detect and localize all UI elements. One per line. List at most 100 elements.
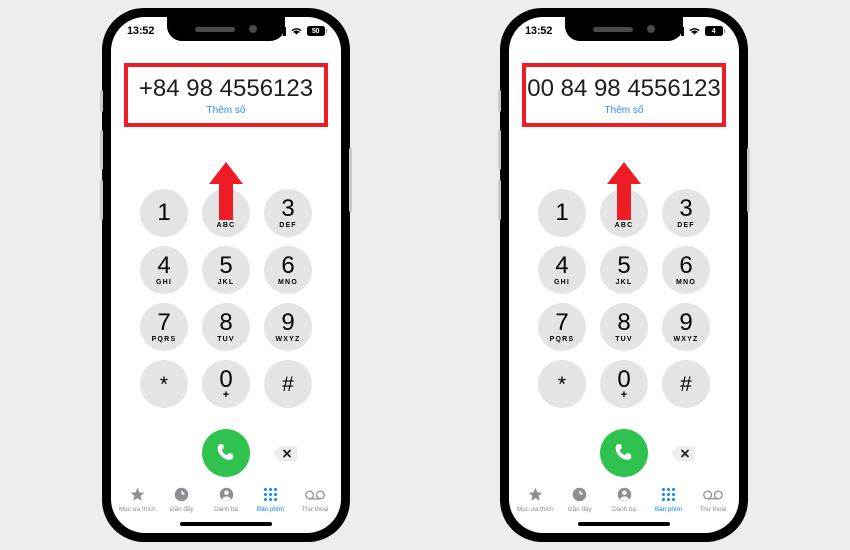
tab-recents[interactable]: Gần đây xyxy=(159,485,203,513)
key-letters: TUV xyxy=(615,336,633,343)
tab-voicemail[interactable]: Thư thoại xyxy=(691,485,735,513)
voicemail-icon xyxy=(702,485,723,504)
phone-screen: 13:52 4 00 84 98 4556123 Thêm số 1 ABC 3… xyxy=(509,17,739,533)
key-4[interactable]: 4 GHI xyxy=(538,246,586,294)
tab-contacts[interactable]: Danh bạ xyxy=(602,485,646,513)
key-1[interactable]: 1 xyxy=(538,189,586,237)
call-button[interactable] xyxy=(600,429,648,477)
call-button[interactable] xyxy=(202,429,250,477)
key-3[interactable]: 3 DEF xyxy=(662,189,710,237)
status-indicators: 50 xyxy=(271,26,327,36)
key-digit: 8 xyxy=(219,309,233,336)
tab-keypad[interactable]: Bàn phím xyxy=(646,485,690,513)
keypad-grid-icon xyxy=(661,485,675,504)
key-digit: 5 xyxy=(617,252,631,279)
bottom-tab-bar: Mục ưa thích Gần đây Danh bạ Bàn phím Th… xyxy=(509,485,739,513)
key-3[interactable]: 3 DEF xyxy=(264,189,312,237)
status-bar: 13:52 4 xyxy=(509,17,739,43)
key-6[interactable]: 6 MNO xyxy=(662,246,710,294)
key-letters: MNO xyxy=(676,279,696,286)
key-star[interactable]: * xyxy=(140,360,188,408)
key-8[interactable]: 8 TUV xyxy=(202,303,250,351)
silent-switch[interactable] xyxy=(498,90,501,112)
tab-favorites[interactable]: Mục ưa thích xyxy=(513,485,557,513)
clock-icon xyxy=(572,485,587,504)
key-digit: 3 xyxy=(679,195,693,222)
dialed-number-display: +84 98 4556123 xyxy=(138,75,314,102)
key-digit: # xyxy=(282,372,294,396)
key-letters: WXYZ xyxy=(275,336,301,343)
phone-comparison-stage: 13:52 50 +84 98 4556123 Thêm số 1 ABC 3 … xyxy=(0,0,850,550)
volume-up-button[interactable] xyxy=(100,130,103,170)
tab-label: Gần đây xyxy=(169,506,194,513)
key-letters: + xyxy=(222,389,230,402)
call-action-row xyxy=(509,429,739,477)
tab-favorites[interactable]: Mục ưa thích xyxy=(115,485,159,513)
key-0[interactable]: 0 + xyxy=(202,360,250,408)
key-4[interactable]: 4 GHI xyxy=(140,246,188,294)
key-1[interactable]: 1 xyxy=(140,189,188,237)
add-number-link[interactable]: Thêm số xyxy=(526,105,722,116)
dialed-number-display: 00 84 98 4556123 xyxy=(527,75,721,102)
volume-down-button[interactable] xyxy=(100,180,103,220)
clock-icon xyxy=(174,485,189,504)
tab-label: Thư thoại xyxy=(301,506,329,513)
tab-label: Danh bạ xyxy=(214,506,238,513)
key-star[interactable]: * xyxy=(538,360,586,408)
key-8[interactable]: 8 TUV xyxy=(600,303,648,351)
voicemail-icon xyxy=(304,485,325,504)
key-letters: DEF xyxy=(677,222,695,229)
key-letters: JKL xyxy=(615,279,633,286)
key-5[interactable]: 5 JKL xyxy=(202,246,250,294)
power-button[interactable] xyxy=(747,148,750,212)
tab-voicemail[interactable]: Thư thoại xyxy=(293,485,337,513)
battery-level-label: 50 xyxy=(306,26,325,36)
power-button[interactable] xyxy=(349,148,352,212)
key-0[interactable]: 0 + xyxy=(600,360,648,408)
red-up-arrow-annotation xyxy=(607,162,641,220)
key-7[interactable]: 7 PQRS xyxy=(538,303,586,351)
volume-down-button[interactable] xyxy=(498,180,501,220)
key-6[interactable]: 6 MNO xyxy=(264,246,312,294)
dial-keypad: 1 2 ABC 3 DEF 4 GHI 5 JKL xyxy=(509,189,739,408)
key-5[interactable]: 5 JKL xyxy=(600,246,648,294)
tab-recents[interactable]: Gần đây xyxy=(557,485,601,513)
battery-level-label: 4 xyxy=(704,26,723,36)
battery-cap xyxy=(325,29,327,33)
status-time: 13:52 xyxy=(127,25,155,37)
delete-backspace-button[interactable] xyxy=(671,445,695,462)
backspace-delete-icon xyxy=(273,445,297,461)
phone-screen: 13:52 50 +84 98 4556123 Thêm số 1 ABC 3 … xyxy=(111,17,341,533)
tab-keypad[interactable]: Bàn phím xyxy=(248,485,292,513)
wifi-icon xyxy=(689,28,699,35)
key-letters: WXYZ xyxy=(673,336,699,343)
key-letters: GHI xyxy=(155,279,173,286)
contacts-person-icon xyxy=(617,485,632,504)
key-digit: 1 xyxy=(157,198,171,226)
key-letters: TUV xyxy=(217,336,235,343)
key-digit: 9 xyxy=(281,309,295,336)
key-digit: * xyxy=(557,372,567,396)
backspace-delete-icon xyxy=(671,445,695,461)
dialed-number-highlight-box: 00 84 98 4556123 Thêm số xyxy=(522,63,726,127)
key-letters: PQRS xyxy=(151,336,177,343)
add-number-link[interactable]: Thêm số xyxy=(128,105,324,116)
phone-handset-icon xyxy=(615,444,632,460)
key-digit: * xyxy=(159,372,169,396)
key-digit: 3 xyxy=(281,195,295,222)
status-indicators: 4 xyxy=(669,26,725,36)
key-hash[interactable]: # xyxy=(662,360,710,408)
volume-up-button[interactable] xyxy=(498,130,501,170)
key-9[interactable]: 9 WXYZ xyxy=(264,303,312,351)
key-7[interactable]: 7 PQRS xyxy=(140,303,188,351)
silent-switch[interactable] xyxy=(100,90,103,112)
home-indicator[interactable] xyxy=(578,522,670,526)
key-9[interactable]: 9 WXYZ xyxy=(662,303,710,351)
home-indicator[interactable] xyxy=(180,522,272,526)
tab-contacts[interactable]: Danh bạ xyxy=(204,485,248,513)
tab-label: Danh bạ xyxy=(612,506,636,513)
tab-label: Thư thoại xyxy=(699,506,727,513)
key-hash[interactable]: # xyxy=(264,360,312,408)
delete-backspace-button[interactable] xyxy=(273,445,297,462)
key-digit: 7 xyxy=(555,309,569,336)
